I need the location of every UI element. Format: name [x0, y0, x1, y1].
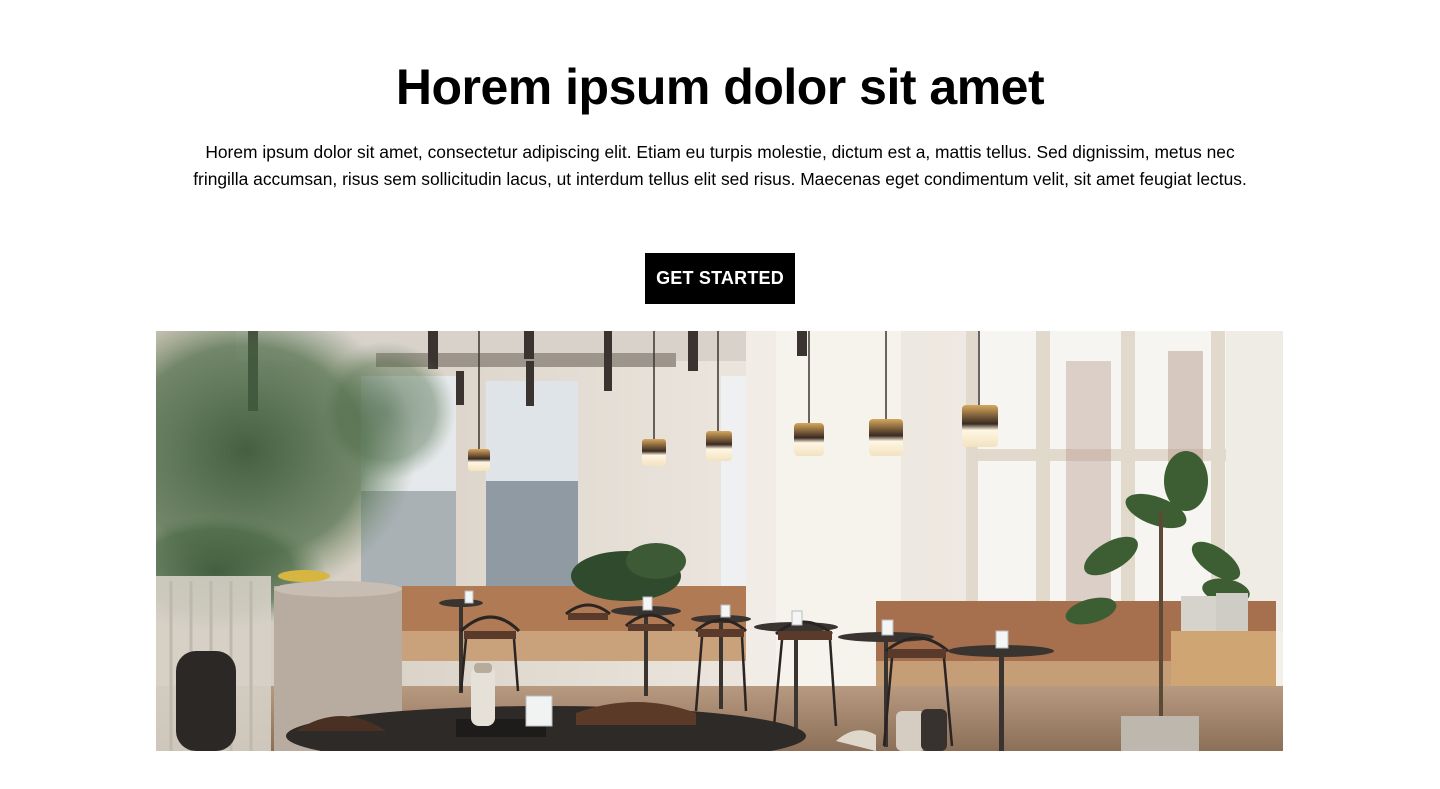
- hero-description: Horem ipsum dolor sit amet, consectetur …: [193, 142, 1247, 189]
- hero-title: Horem ipsum dolor sit amet: [395, 59, 1045, 115]
- hero-section: Horem ipsum dolor sit amet Horem ipsum d…: [0, 0, 1440, 789]
- get-started-button[interactable]: GET STARTED: [645, 253, 795, 304]
- hero-image: [156, 331, 1283, 751]
